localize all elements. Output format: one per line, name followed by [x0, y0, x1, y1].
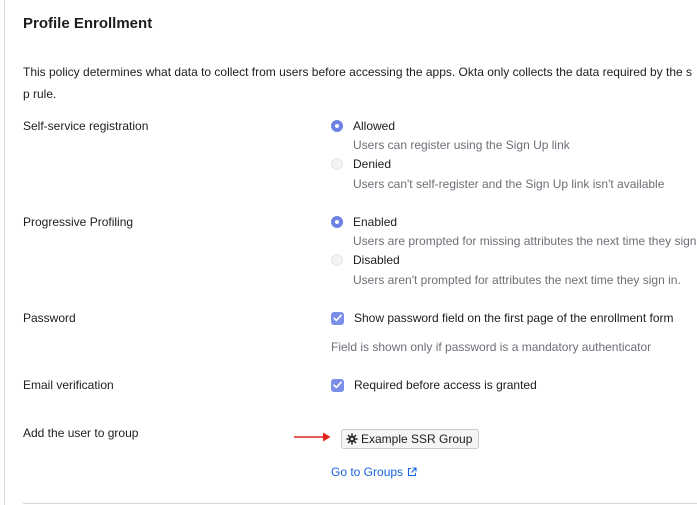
external-link-icon: [407, 467, 417, 477]
radio-enabled[interactable]: Enabled: [331, 214, 397, 230]
radio-enabled-hint: Users are prompted for missing attribute…: [353, 234, 697, 248]
section-title: Profile Enrollment: [23, 15, 153, 32]
radio-disabled-label: Disabled: [353, 253, 400, 267]
email-verification-checkbox-label: Required before access is granted: [354, 378, 537, 392]
red-arrow-icon: [294, 432, 331, 442]
progressive-label: Progressive Profiling: [23, 215, 134, 229]
radio-disabled-hint: Users aren't prompted for attributes the…: [353, 273, 681, 287]
add-to-group-label: Add the user to group: [23, 426, 139, 440]
go-to-groups-label: Go to Groups: [331, 465, 404, 479]
left-border: [4, 0, 5, 505]
password-checkbox[interactable]: Show password field on the first page of…: [331, 310, 674, 326]
self-service-label: Self-service registration: [23, 119, 149, 133]
radio-selected-icon[interactable]: [331, 216, 343, 228]
radio-enabled-label: Enabled: [353, 215, 398, 229]
email-verification-label: Email verification: [23, 378, 114, 392]
checkbox-checked-icon[interactable]: [331, 311, 344, 325]
radio-unselected-icon[interactable]: [331, 254, 343, 266]
radio-allowed[interactable]: Allowed: [331, 118, 395, 134]
radio-denied[interactable]: Denied: [331, 156, 391, 172]
password-checkbox-label: Show password field on the first page of…: [354, 311, 674, 325]
group-chip[interactable]: Example SSR Group: [341, 429, 480, 449]
checkbox-checked-icon[interactable]: [331, 378, 344, 392]
radio-allowed-label: Allowed: [353, 119, 396, 133]
radio-disabled[interactable]: Disabled: [331, 252, 400, 268]
email-verification-checkbox[interactable]: Required before access is granted: [331, 377, 537, 393]
radio-denied-label: Denied: [353, 157, 392, 171]
section-description: This policy determines what data to coll…: [23, 65, 693, 101]
group-gear-icon: [346, 433, 358, 445]
radio-selected-icon[interactable]: [331, 120, 343, 132]
radio-allowed-hint: Users can register using the Sign Up lin…: [353, 138, 570, 152]
radio-unselected-icon[interactable]: [331, 158, 343, 170]
password-label: Password: [23, 311, 76, 325]
password-hint: Field is shown only if password is a man…: [331, 340, 652, 354]
go-to-groups-link[interactable]: Go to Groups: [331, 465, 417, 479]
profile-enrollment-panel: Profile Enrollment This policy determine…: [0, 0, 697, 505]
group-chip-label: Example SSR Group: [361, 432, 473, 446]
radio-denied-hint: Users can't self-register and the Sign U…: [353, 177, 665, 191]
bottom-divider: [23, 503, 697, 504]
